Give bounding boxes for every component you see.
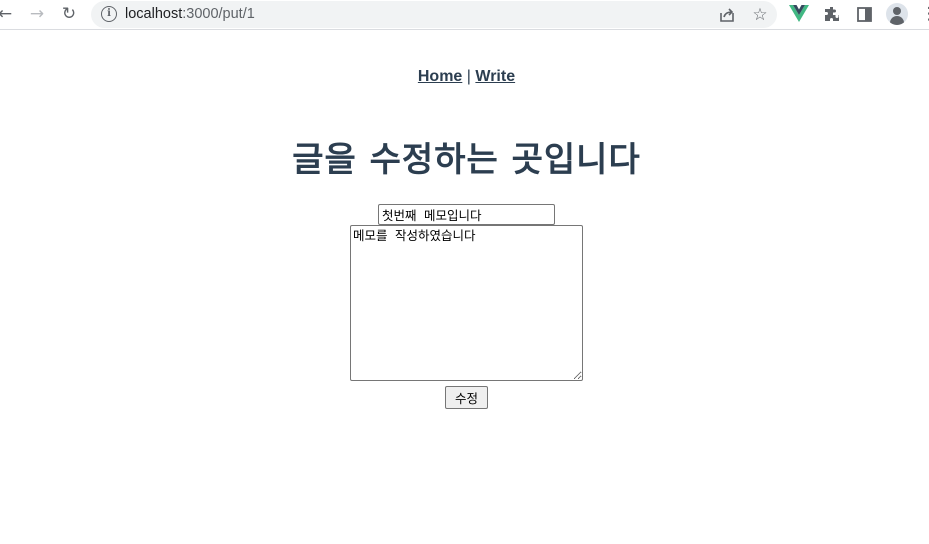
browser-toolbar: ← → ↻ i localhost:3000/put/1 ☆ ⋮ [0,0,929,30]
star-icon[interactable]: ☆ [748,1,772,29]
url-host: localhost [125,6,183,22]
reload-icon[interactable]: ↻ [57,0,81,28]
avatar-icon[interactable] [886,3,908,25]
share-icon[interactable] [715,1,739,29]
vue-devtools-icon[interactable] [789,5,809,23]
home-link[interactable]: Home [418,68,462,85]
nav-separator: | [466,68,471,85]
info-icon[interactable]: i [101,6,117,22]
content-textarea[interactable]: 메모를 작성하였습니다 [350,225,583,381]
edit-submit-button[interactable]: 수정 [445,386,488,409]
page-title: 글을 수정하는 곳입니다 [292,140,641,180]
url-path: :3000/put/1 [182,6,255,22]
back-arrow-icon[interactable]: ← [0,0,17,28]
write-link[interactable]: Write [475,68,515,85]
title-input[interactable] [378,204,555,225]
address-bar[interactable]: i localhost:3000/put/1 ☆ [91,1,777,28]
puzzle-icon[interactable] [820,0,844,28]
nav-links: Home | Write [0,68,929,86]
forward-arrow-icon[interactable]: → [25,0,49,28]
side-panel-icon[interactable] [852,0,876,28]
url-text[interactable]: localhost:3000/put/1 [125,6,255,22]
kebab-menu-icon[interactable]: ⋮ [917,0,929,28]
